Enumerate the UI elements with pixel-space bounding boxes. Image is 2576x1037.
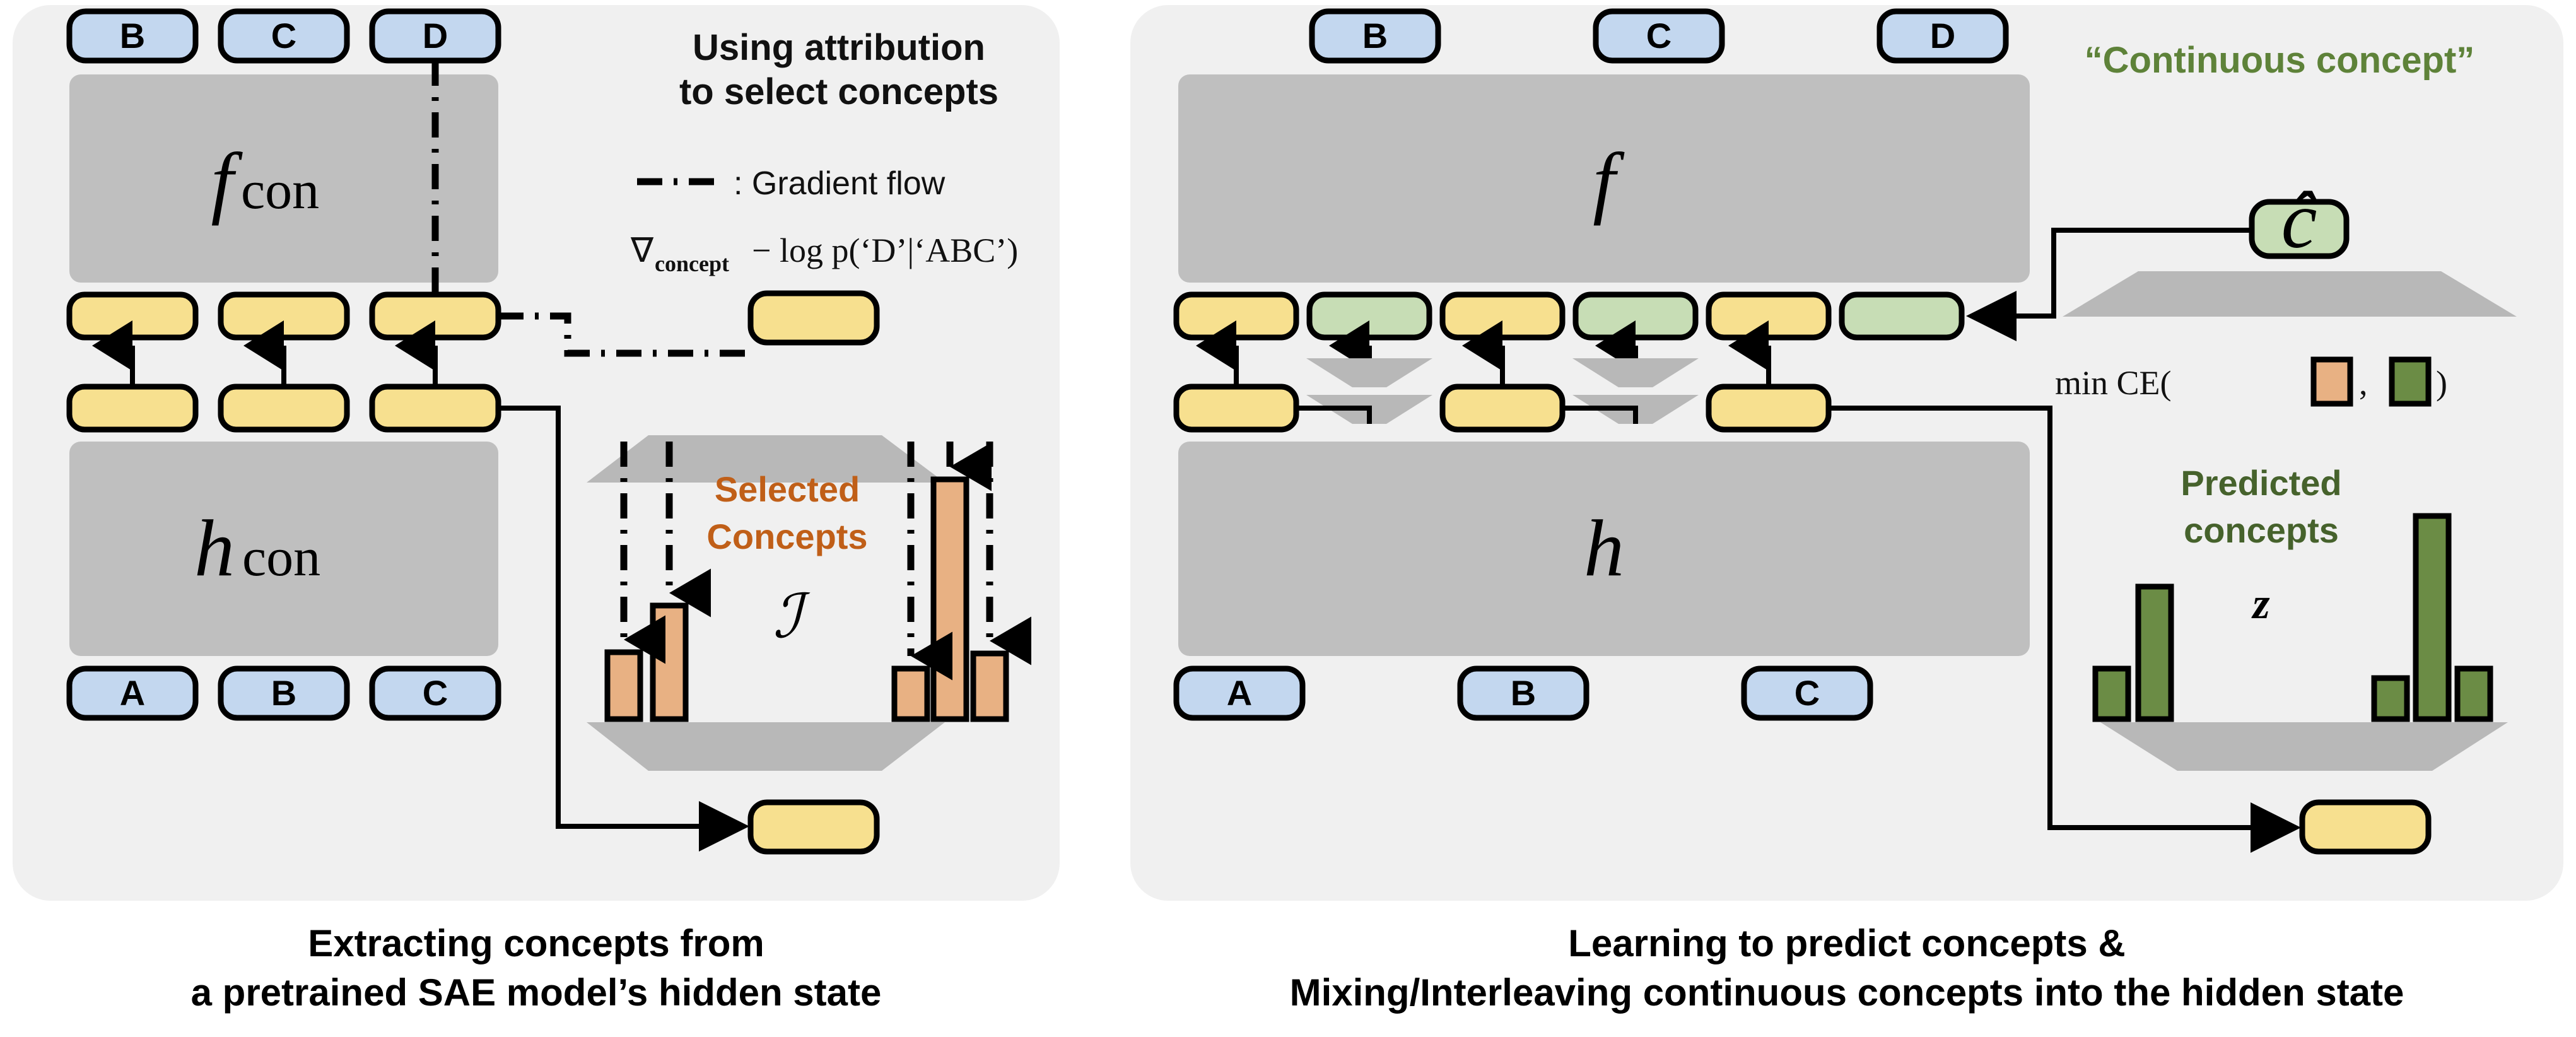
- left-selected-label-line1: Selected: [715, 469, 860, 509]
- right-output-token-0-label: B: [1362, 16, 1388, 56]
- left-hidden-lower-2[interactable]: [369, 384, 501, 433]
- right-predicted-bar-4: [2454, 665, 2493, 722]
- right-interleaved-hidden-0[interactable]: [1173, 291, 1299, 341]
- right-predicted-symbol: z: [2251, 580, 2269, 628]
- right-interleaved-concept-2[interactable]: [1839, 291, 1965, 341]
- left-title-line2: to select concepts: [679, 71, 998, 112]
- right-predicted-label-line1: Predicted: [2181, 463, 2341, 503]
- left-hidden-upper-row: [66, 291, 501, 341]
- formula-body: − log p(‘D’|‘ABC’): [752, 231, 1018, 269]
- right-output-token-1-label: C: [1646, 16, 1671, 56]
- right-interleaved-concept-0[interactable]: [1306, 291, 1432, 341]
- left-output-token-1-label: C: [271, 16, 296, 56]
- right-loss-prefix: min CE(: [2055, 364, 2172, 402]
- left-hidden-upper-1[interactable]: [218, 291, 350, 341]
- left-input-token-0-label: A: [120, 673, 145, 713]
- right-predicted-bar-3: [2413, 513, 2452, 722]
- left-selected-bar-1: [650, 602, 689, 722]
- figure-root: f con h con B C D A B C Using attributio…: [0, 0, 2576, 1037]
- left-hidden-upper-2[interactable]: [369, 291, 501, 341]
- right-input-token-1-label: B: [1511, 673, 1536, 713]
- right-continuous-concept-label: “Continuous concept”: [2085, 40, 2475, 81]
- left-hidden-upper-0[interactable]: [66, 291, 199, 341]
- right-caption-line2: Mixing/Interleaving continuous concepts …: [1290, 971, 2404, 1014]
- right-predicted-bar-0: [2092, 665, 2131, 722]
- right-concept-encoder-trapezoid: [2063, 271, 2517, 317]
- right-hidden-lower-0[interactable]: [1173, 384, 1299, 433]
- left-fcon-sublabel: con: [241, 160, 319, 220]
- diagram-canvas: f con h con B C D A B C Using attributio…: [13, 5, 2563, 1014]
- left-decoder-trapezoid: [587, 722, 945, 771]
- right-predicted-bar-1: [2135, 583, 2174, 722]
- left-selected-bar-4: [970, 650, 1009, 722]
- left-selected-bar-2: [891, 665, 930, 722]
- right-interleaved-hidden-2[interactable]: [1706, 291, 1832, 341]
- right-continuous-concept-symbol: ĉ: [2281, 175, 2318, 265]
- formula-subscript: concept: [655, 251, 729, 276]
- left-caption-line2: a pretrained SAE model’s hidden state: [191, 971, 882, 1014]
- right-predicted-bar-2: [2371, 675, 2410, 722]
- right-hidden-lower-2[interactable]: [1706, 384, 1832, 433]
- right-loss-pred-swatch: [2389, 356, 2432, 407]
- left-hidden-lower-0[interactable]: [66, 384, 199, 433]
- right-loss-suffix: ): [2436, 364, 2447, 402]
- left-selected-label-line2: Concepts: [706, 517, 867, 556]
- right-reconstructed-box[interactable]: [2299, 799, 2432, 855]
- left-hcon-sublabel: con: [242, 527, 320, 587]
- left-selected-bar-0: [604, 649, 643, 722]
- left-selected-bar-3: [930, 476, 969, 722]
- right-output-token-2-label: D: [1930, 16, 1955, 56]
- right-interleaved-concept-1[interactable]: [1572, 291, 1699, 341]
- left-caption-line1: Extracting concepts from: [308, 922, 764, 964]
- right-output-tokens: B C D: [1309, 8, 2009, 64]
- left-hcon-label: h: [194, 503, 235, 593]
- gradient-flow-legend-label: : Gradient flow: [734, 165, 946, 202]
- right-input-token-0-label: A: [1227, 673, 1252, 713]
- right-caption-line1: Learning to predict concepts &: [1568, 922, 2125, 964]
- right-loss-comma: ,: [2359, 364, 2368, 402]
- left-gradient-target-box[interactable]: [747, 290, 880, 346]
- right-loss-target-swatch: [2310, 356, 2353, 407]
- left-hidden-lower-row: [66, 384, 501, 433]
- left-hidden-lower-1[interactable]: [218, 384, 350, 433]
- formula-nabla: ∇: [630, 231, 654, 269]
- left-panel: f con h con B C D A B C Using attributio…: [13, 5, 1060, 901]
- right-interleaved-hidden-1[interactable]: [1439, 291, 1566, 341]
- left-title-line1: Using attribution: [693, 27, 985, 68]
- right-hidden-lower-1[interactable]: [1439, 384, 1566, 433]
- left-output-tokens: B C D: [66, 8, 501, 64]
- right-panel: f h B C D A B C “Continuous concept” ĉ m…: [1130, 5, 2563, 901]
- right-hidden-lower-row: [1173, 384, 1832, 433]
- left-output-token-0-label: B: [120, 16, 145, 56]
- right-input-token-2-label: C: [1794, 673, 1820, 713]
- right-input-tokens: A B C: [1173, 665, 1873, 721]
- left-output-token-2-label: D: [423, 16, 448, 56]
- left-input-tokens: A B C: [66, 665, 501, 721]
- right-predicted-label-line2: concepts: [2184, 510, 2339, 550]
- left-input-token-2-label: C: [423, 673, 448, 713]
- right-h-label: h: [1584, 503, 1624, 593]
- left-reconstructed-box[interactable]: [747, 799, 880, 855]
- left-input-token-1-label: B: [271, 673, 296, 713]
